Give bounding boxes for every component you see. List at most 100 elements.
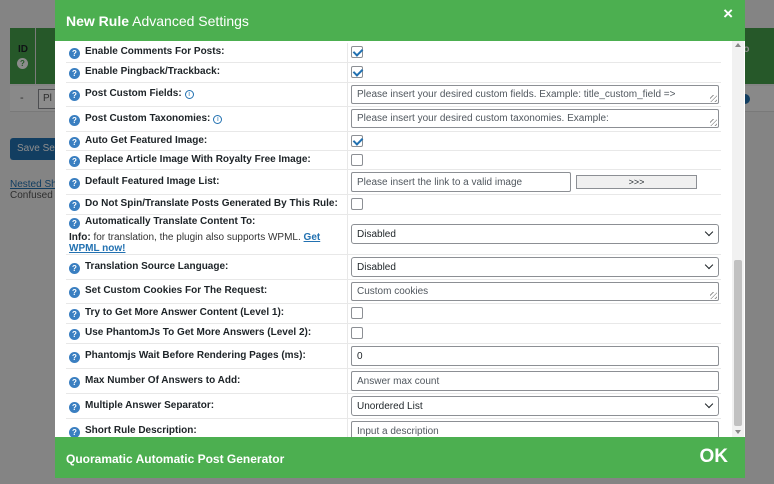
cookies-label: Set Custom Cookies For The Request: [85,285,268,296]
chevron-down-icon [704,399,714,408]
resize-grip-icon[interactable] [710,291,717,299]
help-icon: ? [69,287,80,298]
help-icon: ? [69,426,80,437]
info-icon[interactable]: i [184,90,194,99]
help-icon: ? [69,90,80,101]
modal-title-rest: Advanced Settings [132,13,249,29]
row-phantomjs: ? Use PhantomJs To Get More Answers (Leve… [66,323,721,344]
help-icon: ? [69,114,80,126]
help-icon: ? [69,68,80,79]
resize-grip-icon[interactable] [710,94,717,102]
help-icon: ? [69,401,80,413]
row-phantom-wait: ? Phantomjs Wait Before Rendering Pages (… [66,343,721,369]
default-image-label: Default Featured Image List: [85,175,220,187]
help-icon: ? [69,351,80,363]
row-no-spin: ? Do Not Spin/Translate Posts Generated B… [66,194,721,215]
scroll-thumb[interactable] [734,260,742,426]
default-image-input[interactable]: Please insert the link to a valid image [351,171,571,192]
source-language-select[interactable]: Disabled [351,256,719,277]
row-custom-taxonomies: ? Post Custom Taxonomies: i Please insert … [66,106,721,132]
translate-value: Disabled [357,229,396,240]
row-pingback: ? Enable Pingback/Trackback: [66,62,721,83]
auto-featured-label: Auto Get Featured Image: [85,134,208,146]
modal-header: New Rule Advanced Settings × [55,0,745,41]
short-description-input[interactable]: Input a description [351,420,719,437]
advanced-settings-modal: New Rule Advanced Settings × ? Enable Com… [55,0,745,478]
help-icon: ? [69,155,80,167]
help-icon: ? [69,262,80,274]
resize-grip-icon[interactable] [710,119,717,126]
custom-taxonomies-placeholder: Please insert your desired custom taxono… [357,113,609,124]
row-custom-fields: ? Post Custom Fields: i Please insert your… [66,82,721,107]
cookies-placeholder: Custom cookies [357,285,429,297]
row-auto-featured: ? Auto Get Featured Image: [66,131,721,151]
row-max-answers: ? Max Number Of Answers to Add: Answer ma… [66,368,721,394]
cookies-textarea[interactable]: Custom cookies [351,281,719,301]
row-default-image: ? Default Featured Image List: Please ins… [66,169,721,195]
separator-value: Unordered List [357,400,423,412]
modal-title-strong: New Rule [66,13,130,29]
custom-fields-label: Post Custom Fields: [85,88,182,99]
row-cookies: ? Set Custom Cookies For The Request: Cus… [66,279,721,304]
phantom-wait-input[interactable]: 0 [351,345,719,366]
phantomjs-label: Use PhantomJs To Get More Answers (Level… [85,327,312,338]
royalty-free-checkbox[interactable] [351,153,363,166]
source-language-label: Translation Source Language: [85,260,229,272]
help-icon: ? [69,329,80,340]
close-icon[interactable]: × [723,4,733,24]
row-separator: ? Multiple Answer Separator: Unordered Li… [66,393,721,419]
chevron-down-icon [704,260,714,269]
more-content-label: Try to Get More Answer Content (Level 1)… [85,307,285,318]
add-image-button[interactable]: >>> [576,174,697,189]
custom-taxonomies-label: Post Custom Taxonomies: [85,112,211,124]
row-source-language: ? Translation Source Language: Disabled [66,254,721,280]
help-icon: ? [69,376,80,388]
separator-label: Multiple Answer Separator: [85,399,215,411]
scroll-down-icon[interactable] [735,430,741,434]
auto-featured-checkbox[interactable] [351,134,363,147]
separator-select[interactable]: Unordered List [351,395,719,416]
default-image-group: Please insert the link to a valid image >… [351,171,719,192]
row-comments: ? Enable Comments For Posts: [66,43,721,63]
modal-scrollbar[interactable] [732,41,744,437]
settings-table: ? Enable Comments For Posts: ? Enable Ping… [66,43,721,437]
phantom-wait-label: Phantomjs Wait Before Rendering Pages (m… [85,349,306,361]
scroll-up-icon[interactable] [735,43,741,47]
custom-fields-placeholder: Please insert your desired custom fields… [357,88,676,100]
pingback-checkbox[interactable] [351,66,363,79]
short-description-label: Short Rule Description: [85,424,197,436]
info-icon[interactable]: i [213,114,223,124]
row-short-description: ? Short Rule Description: Input a descrip… [66,418,721,437]
ok-button[interactable]: OK [700,446,729,468]
help-icon: ? [69,309,80,320]
modal-body: ? Enable Comments For Posts: ? Enable Ping… [55,41,745,437]
row-translate: ? Automatically Translate Content To: Inf… [66,214,721,255]
source-language-value: Disabled [357,261,396,273]
translate-label: Automatically Translate Content To: [85,215,256,227]
pingback-label: Enable Pingback/Trackback: [85,66,221,77]
comments-checkbox[interactable] [351,46,363,59]
row-royalty-free: ? Replace Article Image With Royalty Free… [66,150,721,170]
translate-select[interactable]: Disabled [351,224,719,244]
help-icon: ? [69,136,80,148]
help-icon: ? [69,48,80,60]
royalty-free-label: Replace Article Image With Royalty Free … [85,153,311,165]
modal-title: New Rule Advanced Settings [66,13,249,29]
custom-fields-textarea[interactable]: Please insert your desired custom fields… [351,84,719,104]
translate-info: Info: for translation, the plugin also s… [69,232,347,254]
max-answers-input[interactable]: Answer max count [351,370,719,391]
no-spin-label: Do Not Spin/Translate Posts Generated By… [85,198,338,209]
info-text: for translation, the plugin also support… [93,231,301,243]
help-icon: ? [69,200,80,211]
custom-taxonomies-textarea[interactable]: Please insert your desired custom taxono… [351,109,719,128]
chevron-down-icon [704,227,714,237]
footer-title: Quoramatic Automatic Post Generator [66,452,285,466]
comments-label: Enable Comments For Posts: [85,46,225,58]
info-prefix: Info: [69,231,91,243]
help-icon: ? [69,217,80,229]
no-spin-checkbox[interactable] [351,198,363,211]
more-content-checkbox[interactable] [351,307,363,320]
phantomjs-checkbox[interactable] [351,327,363,340]
row-more-content: ? Try to Get More Answer Content (Level 1… [66,303,721,324]
max-answers-label: Max Number Of Answers to Add: [85,374,241,386]
